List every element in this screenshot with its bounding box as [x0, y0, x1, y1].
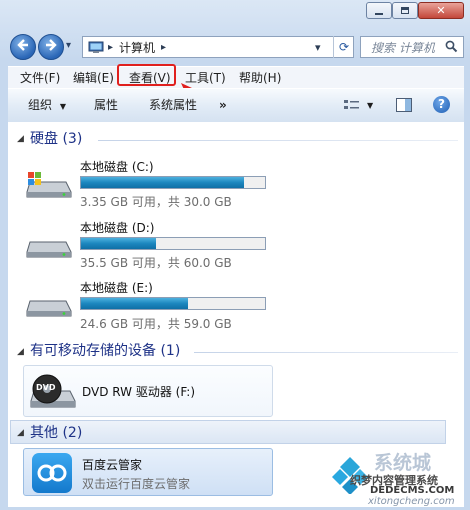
app-name: 百度云管家 — [82, 458, 143, 472]
collapse-icon[interactable]: ◢ — [17, 347, 24, 357]
watermark-url: xitongcheng.com — [368, 496, 455, 507]
view-icon — [343, 100, 361, 115]
collapse-icon: ◢ — [17, 428, 24, 438]
drive-usage-bar — [80, 176, 266, 189]
preview-pane-icon — [396, 98, 412, 115]
drive-name[interactable]: 本地磁盘 (E:) — [80, 279, 153, 296]
baidu-cloud-icon — [32, 453, 72, 493]
group-header-other-row[interactable]: ◢ 其他 (2) — [10, 420, 446, 444]
drive-free-space: 35.5 GB 可用，共 60.0 GB — [80, 256, 232, 270]
organize-label: 组织 — [28, 98, 53, 112]
app-subtitle: 双击运行百度云管家 — [82, 477, 191, 491]
explorer-window: ✕ ▾ ▸ 计算机 ▸ ▾ ⟳ 搜索 计算机 文件(F) 编辑(E) 查看(V)… — [0, 0, 470, 510]
group-header-removable[interactable]: 有可移动存储的设备 (1) — [30, 341, 180, 361]
preview-pane-button[interactable] — [396, 98, 412, 115]
hard-drive-icon — [26, 172, 72, 198]
drive-free-space: 3.35 GB 可用，共 30.0 GB — [80, 195, 232, 209]
drive-e-icon — [26, 289, 72, 322]
watermark-title: 系统城 — [374, 452, 432, 474]
content-pane: ◢ 硬盘 (3) 本地磁盘 (C:) 3.35 GB 可用，共 30.0 GB — [8, 122, 464, 507]
change-view-button[interactable] — [343, 98, 361, 115]
view-options-dropdown[interactable]: ▼ — [367, 89, 373, 122]
hard-drive-icon — [26, 300, 72, 317]
hard-drive-icon — [26, 241, 72, 258]
drive-usage-bar — [80, 237, 266, 250]
dvd-drive-tile[interactable]: DVD DVD RW 驱动器 (F:) — [23, 365, 273, 417]
system-properties-button[interactable]: 系统属性 — [149, 89, 197, 122]
drive-name[interactable]: 本地磁盘 (C:) — [80, 158, 154, 175]
command-bar: 组织 ▼ 属性 系统属性 » ▼ ? — [8, 88, 464, 123]
group-divider — [194, 352, 458, 353]
organize-button[interactable]: 组织 ▼ — [28, 89, 66, 122]
baidu-cloud-tile[interactable]: 百度云管家 双击运行百度云管家 — [23, 448, 273, 496]
drive-free-space: 24.6 GB 可用，共 59.0 GB — [80, 317, 232, 331]
drive-usage-fill — [81, 177, 245, 188]
dvd-drive-icon: DVD — [30, 371, 76, 416]
dvd-drive-name: DVD RW 驱动器 (F:) — [82, 385, 196, 399]
collapse-icon[interactable]: ◢ — [17, 134, 24, 144]
watermark: 系统城 织梦内容管理系统 DEDECMS.COM xitongcheng.com — [330, 448, 464, 507]
more-commands-button[interactable]: » — [219, 89, 227, 122]
group-header-hard-disks[interactable]: 硬盘 (3) — [30, 129, 82, 149]
drive-d-icon — [26, 230, 72, 263]
dvd-badge: DVD — [36, 383, 56, 392]
help-button[interactable]: ? — [433, 96, 450, 113]
drive-c-icon — [26, 170, 72, 203]
chevron-down-icon: ▼ — [59, 102, 66, 111]
properties-button[interactable]: 属性 — [94, 89, 118, 122]
help-icon: ? — [438, 97, 445, 111]
group-header-other: 其他 (2) — [30, 425, 83, 441]
drive-name[interactable]: 本地磁盘 (D:) — [80, 219, 154, 236]
drive-usage-bar — [80, 297, 266, 310]
drive-usage-fill — [81, 298, 189, 309]
drive-usage-fill — [81, 238, 157, 249]
watermark-line3: DEDECMS.COM — [370, 485, 455, 496]
group-divider — [98, 140, 458, 141]
